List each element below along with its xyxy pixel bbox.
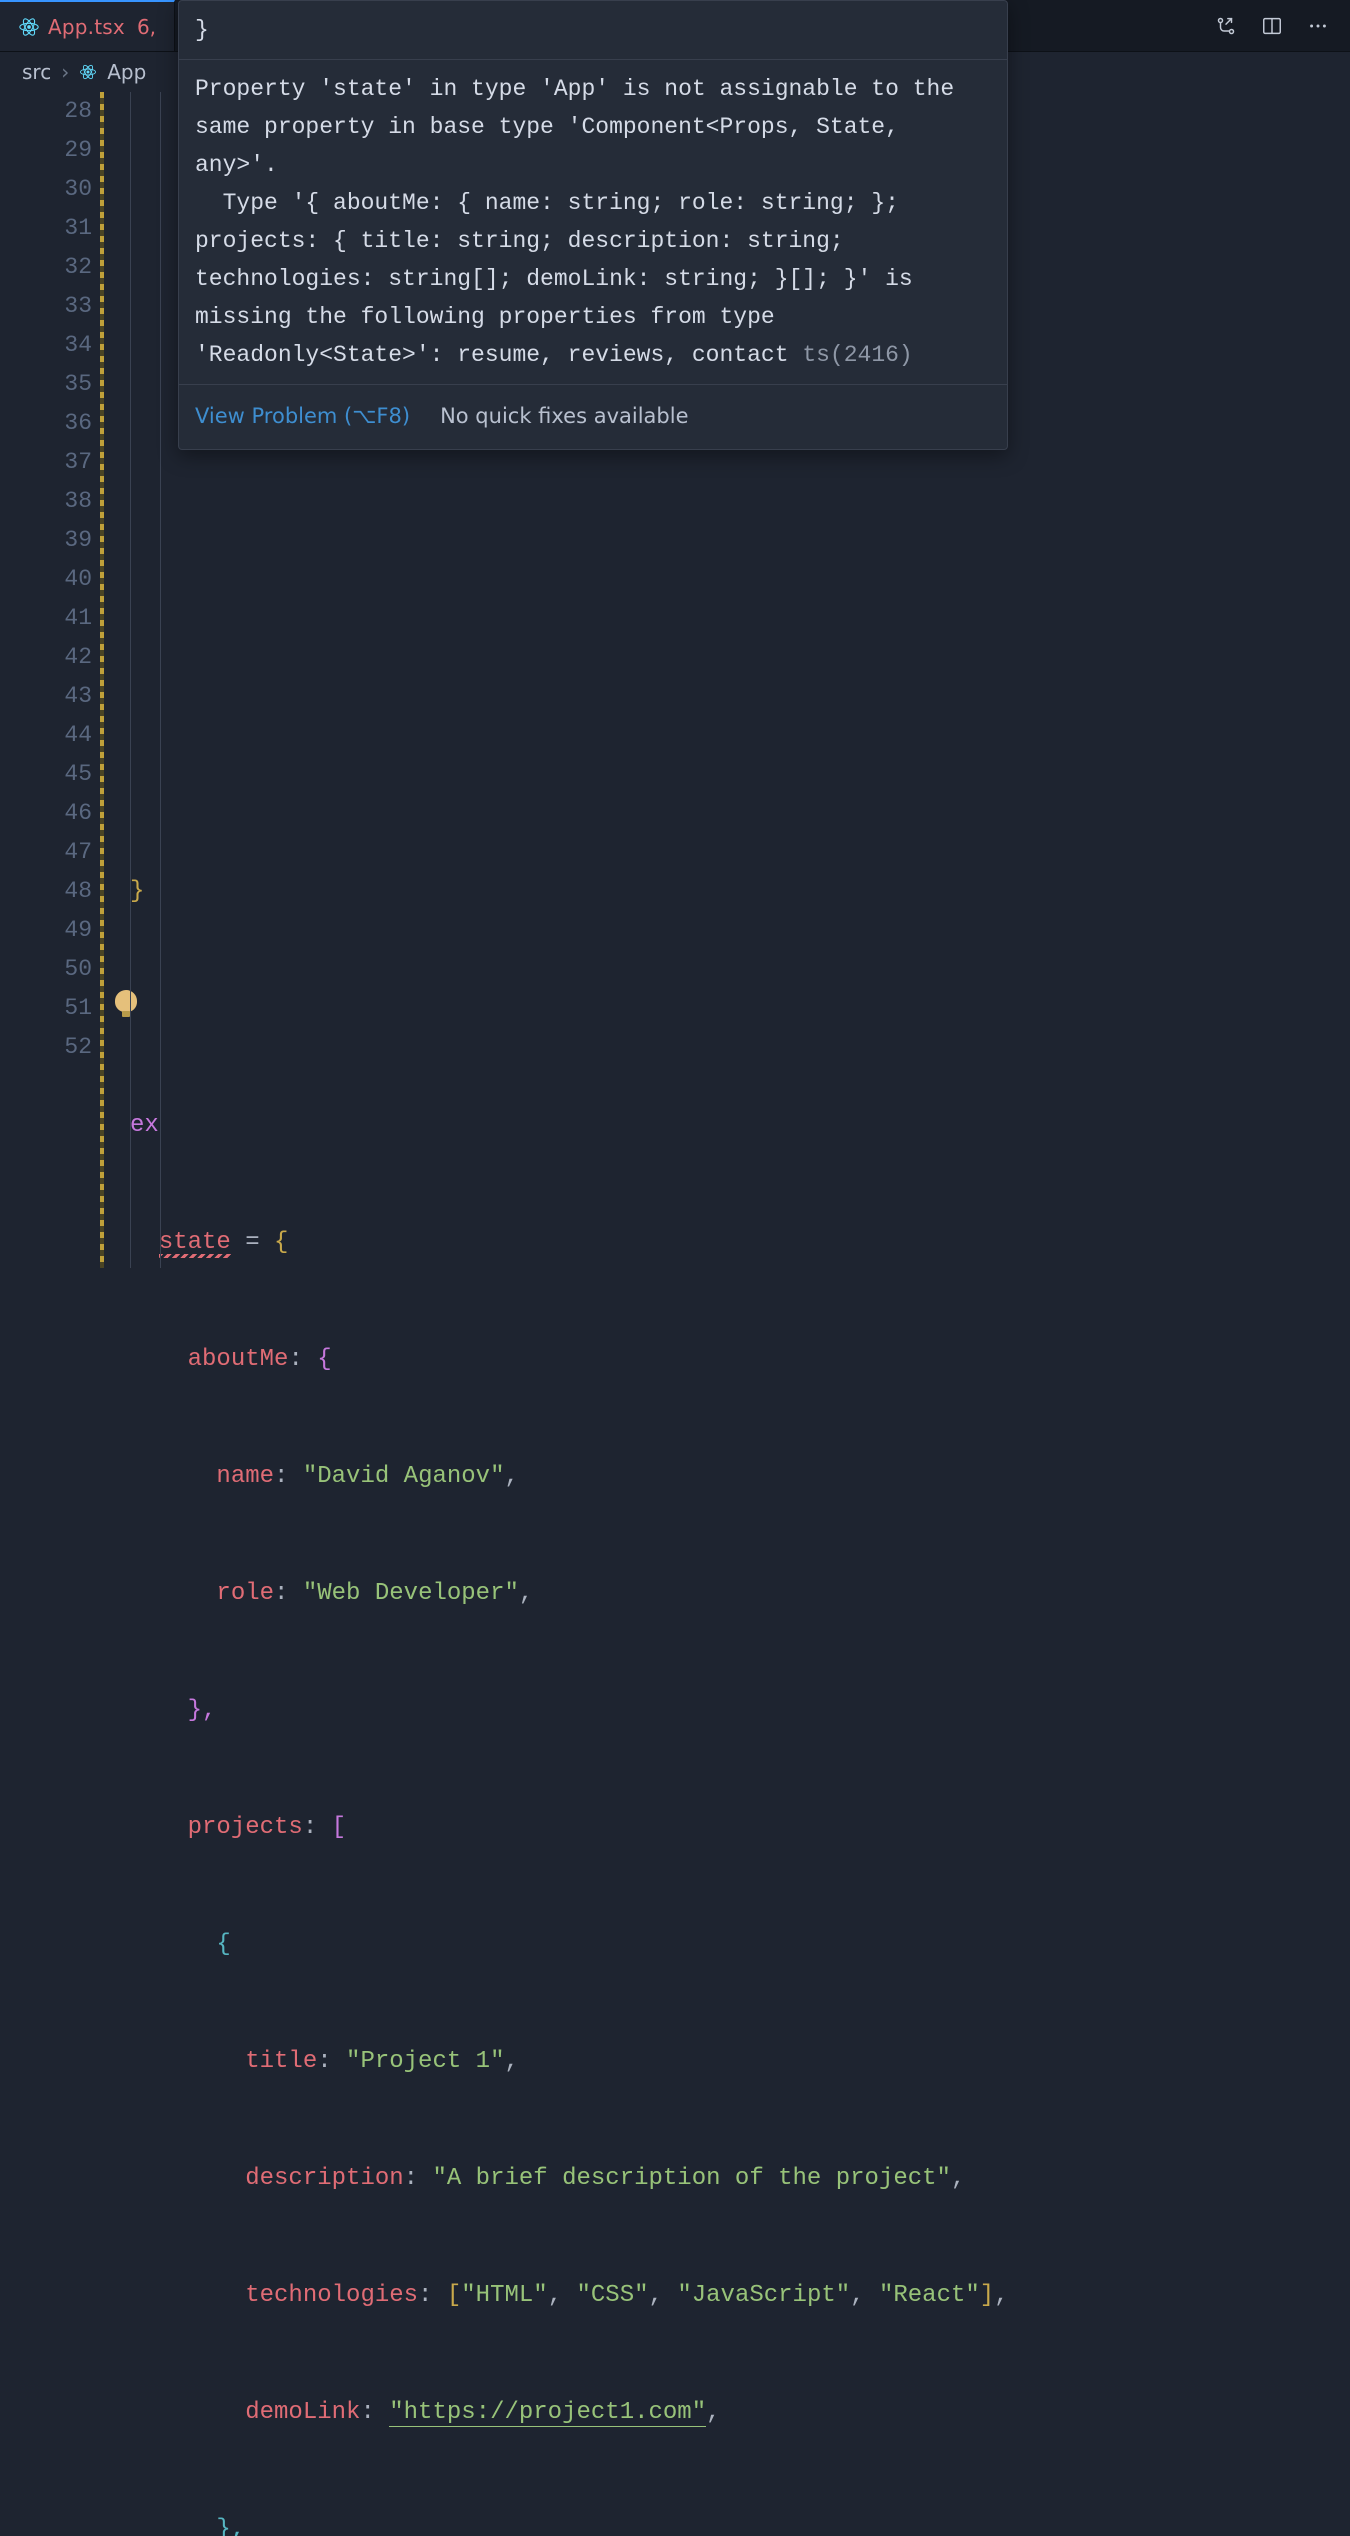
line-number: 38	[0, 482, 92, 521]
line-number: 40	[0, 560, 92, 599]
line-number: 32	[0, 248, 92, 287]
line-number: 28	[0, 92, 92, 131]
compare-changes-icon[interactable]	[1214, 14, 1238, 38]
breadcrumb-folder[interactable]: src	[22, 60, 51, 84]
line-number: 39	[0, 521, 92, 560]
line-number: 51	[0, 989, 92, 1028]
line-number: 46	[0, 794, 92, 833]
line-number: 31	[0, 209, 92, 248]
code-token: ex	[130, 1112, 159, 1139]
line-number: 43	[0, 677, 92, 716]
line-number: 45	[0, 755, 92, 794]
line-number-gutter: 2829303132333435363738394041424344454647…	[0, 92, 100, 1268]
react-icon	[79, 63, 97, 81]
lightbulb-icon[interactable]	[115, 990, 137, 1012]
tooltip-ts-code: ts(2416)	[802, 342, 912, 368]
tab-modified-indicator: 6,	[137, 15, 156, 39]
no-quick-fixes-label: No quick fixes available	[440, 397, 688, 435]
line-number: 42	[0, 638, 92, 677]
code-token: }	[130, 878, 144, 905]
tooltip-code-snippet: }	[195, 11, 991, 49]
editor-tab-app[interactable]: App.tsx 6,	[0, 0, 175, 51]
line-number: 36	[0, 404, 92, 443]
more-icon[interactable]	[1306, 14, 1330, 38]
line-number: 29	[0, 131, 92, 170]
code-error-token: state	[159, 1229, 231, 1256]
react-icon	[18, 16, 40, 38]
breadcrumb-file[interactable]: App	[107, 60, 146, 84]
line-number: 48	[0, 872, 92, 911]
tooltip-error-message: Property 'state' in type 'App' is not as…	[195, 76, 968, 368]
line-number: 47	[0, 833, 92, 872]
view-problem-link[interactable]: View Problem (⌥F8)	[195, 397, 410, 435]
line-number: 50	[0, 950, 92, 989]
line-number: 49	[0, 911, 92, 950]
line-number: 52	[0, 1028, 92, 1067]
editor-actions	[1214, 0, 1350, 51]
line-number: 34	[0, 326, 92, 365]
tab-filename: App.tsx	[48, 15, 125, 39]
line-number: 41	[0, 599, 92, 638]
line-number: 30	[0, 170, 92, 209]
problem-hover-tooltip[interactable]: } Property 'state' in type 'App' is not …	[178, 0, 1008, 450]
line-number: 33	[0, 287, 92, 326]
line-number: 44	[0, 716, 92, 755]
line-number: 37	[0, 443, 92, 482]
chevron-right-icon: ›	[61, 60, 69, 84]
line-number: 35	[0, 365, 92, 404]
split-editor-icon[interactable]	[1260, 14, 1284, 38]
